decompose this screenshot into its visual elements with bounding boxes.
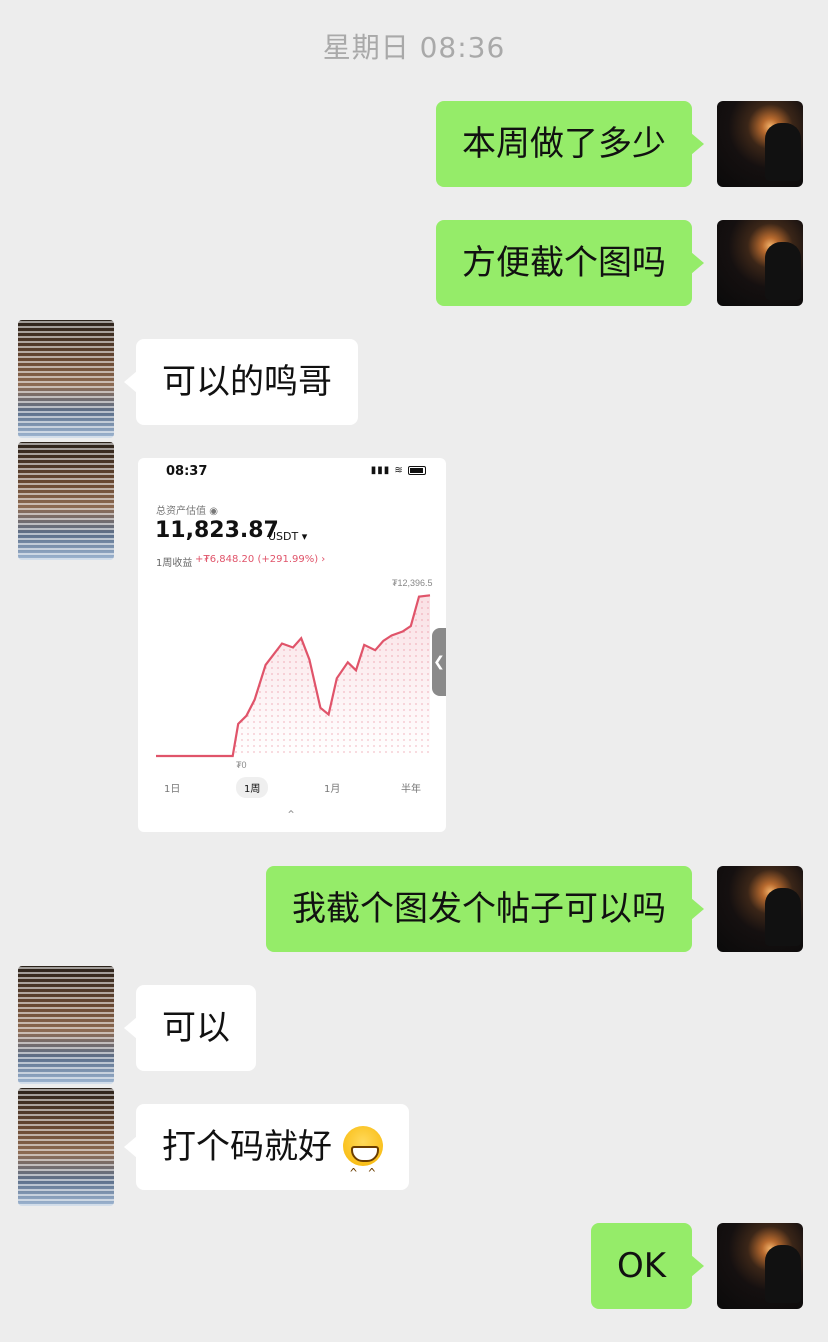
tab-1w[interactable]: 1周 (236, 777, 269, 798)
message-bubble[interactable]: 打个码就好 (124, 1104, 409, 1216)
asset-unit: USDT ▾ (268, 530, 308, 543)
avatar[interactable] (717, 866, 803, 952)
avatar[interactable] (18, 1088, 114, 1206)
message-text: 打个码就好 (162, 1127, 332, 1167)
chart-high-label: ₮12,396.5 (392, 578, 433, 588)
avatar[interactable] (717, 1223, 803, 1309)
timestamp: 星期日 08:36 (322, 31, 506, 64)
message-bubble[interactable]: OK (590, 1223, 705, 1309)
eye-icon: ◉ (209, 506, 218, 517)
status-icons: ▮▮▮ ≋ (371, 465, 426, 476)
pnl-label: 1周收益 (156, 558, 193, 569)
asset-chart: ₮12,396.5 ₮0 (156, 578, 433, 770)
avatar[interactable] (18, 320, 114, 438)
chart-low-label: ₮0 (236, 760, 247, 770)
message-bubble[interactable]: 本周做了多少 (436, 101, 704, 187)
message-bubble[interactable]: 我截个图发个帖子可以吗 (266, 866, 704, 952)
tab-1d[interactable]: 1日 (164, 780, 180, 795)
grinning-face-icon (342, 1125, 383, 1216)
image-message[interactable]: 08:37 ▮▮▮ ≋ 总资产估值 ◉ 11,823.87 USDT ▾ 1周收… (138, 458, 446, 832)
chevron-up-icon[interactable]: ⌃ (286, 808, 296, 822)
message-text: 我截个图发个帖子可以吗 (292, 889, 666, 929)
wifi-icon: ≋ (394, 465, 404, 476)
message-bubble[interactable]: 方便截个图吗 (436, 220, 704, 306)
tab-6m[interactable]: 半年 (401, 780, 421, 795)
message-text: 可以 (162, 1008, 230, 1048)
avatar[interactable] (717, 101, 803, 187)
battery-icon (408, 465, 426, 475)
message-text: 方便截个图吗 (462, 243, 666, 283)
chart-area-glow (156, 595, 430, 756)
asset-label: 总资产估值 ◉ (156, 506, 218, 517)
pnl-value: +₮6,848.20 (+291.99%) › (195, 554, 326, 565)
avatar[interactable] (18, 442, 114, 560)
tab-1m[interactable]: 1月 (324, 780, 340, 795)
message-text: 可以的鸣哥 (162, 362, 332, 402)
avatar[interactable] (18, 966, 114, 1084)
avatar[interactable] (717, 220, 803, 306)
asset-value: 11,823.87 (155, 518, 279, 543)
message-text: 本周做了多少 (462, 124, 666, 164)
message-bubble[interactable]: 可以的鸣哥 (124, 339, 358, 425)
message-text: OK (616, 1246, 666, 1286)
side-handle[interactable]: ❮ (432, 628, 446, 696)
message-bubble[interactable]: 可以 (124, 985, 256, 1071)
status-time: 08:37 (166, 464, 208, 479)
signal-icon: ▮▮▮ (370, 465, 391, 476)
